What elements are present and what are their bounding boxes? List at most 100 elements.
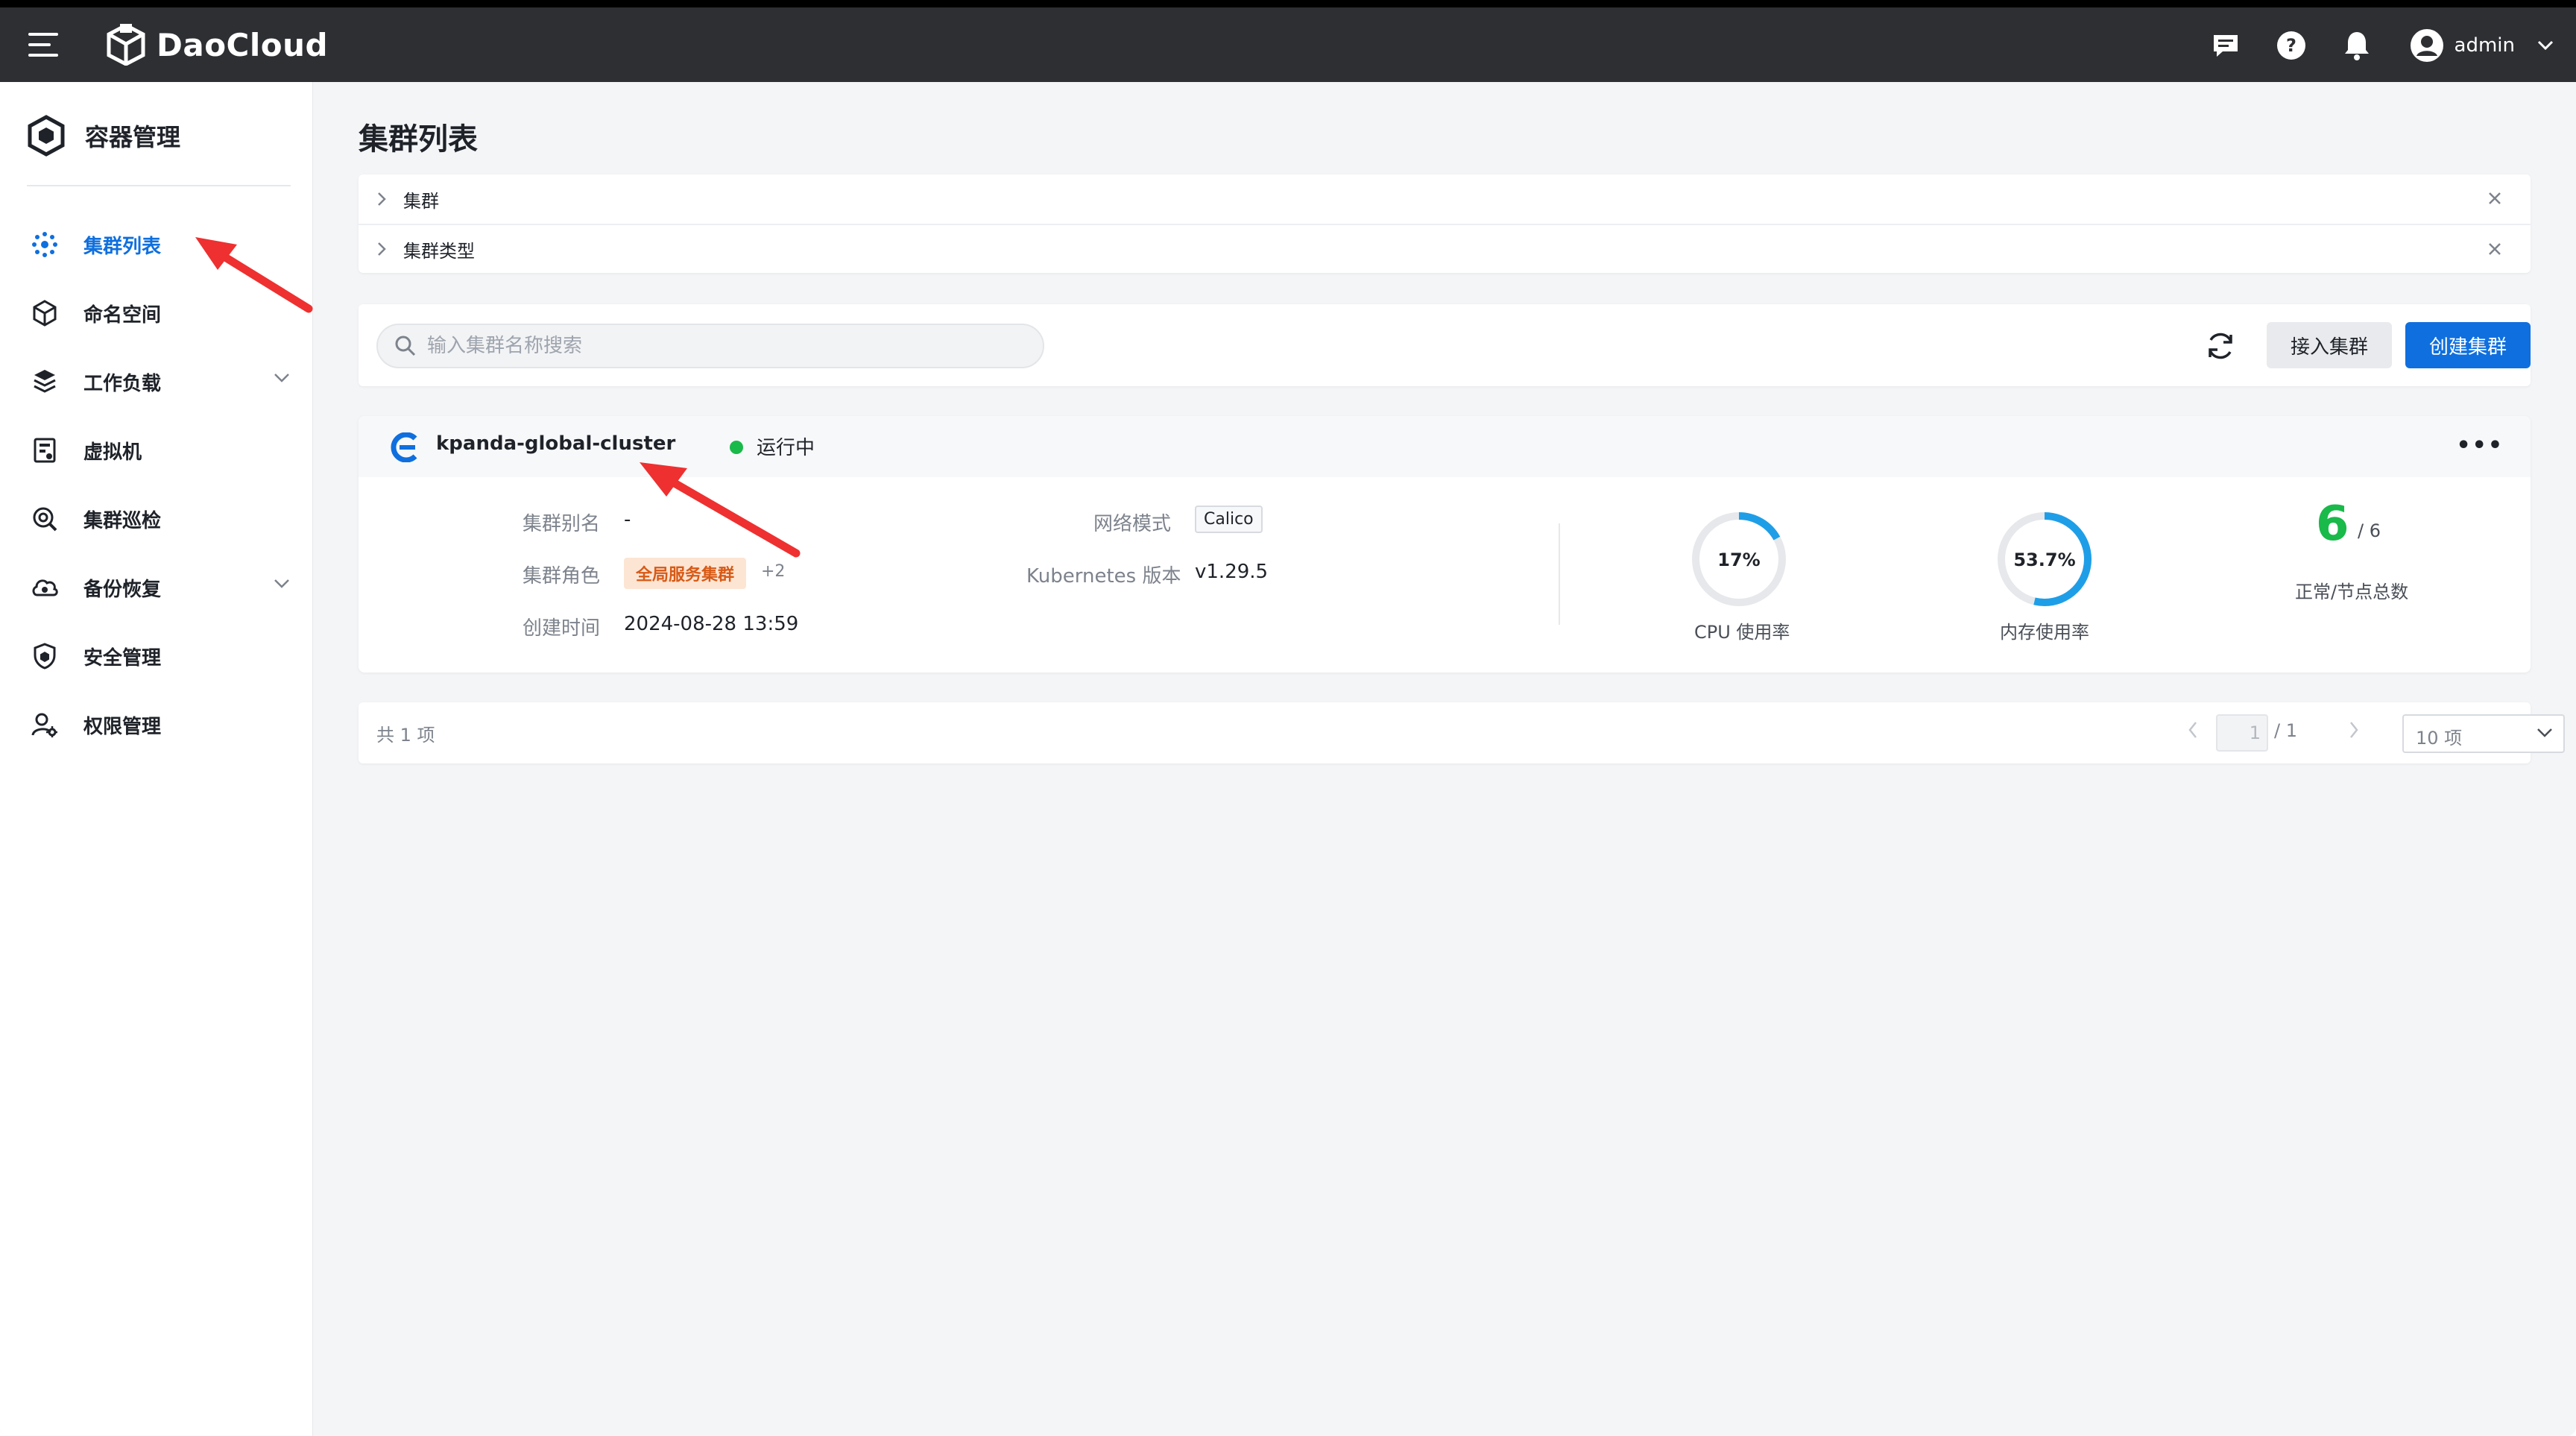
cluster-name-link[interactable]: kpanda-global-cluster (436, 432, 675, 455)
filter-label: 集群 (403, 190, 439, 212)
message-icon[interactable] (2209, 28, 2243, 63)
brand-logo[interactable]: DaoCloud (106, 24, 328, 66)
sidebar-item-namespace[interactable]: 命名空间 (0, 279, 312, 347)
close-icon[interactable] (2487, 242, 2502, 256)
chevron-right-icon (378, 192, 386, 206)
k8s-version-value: v1.29.5 (1195, 561, 1269, 583)
daocloud-logo-icon (107, 24, 145, 66)
cpu-usage-gauge: 17% (1692, 512, 1786, 606)
app-frame: DaoCloud ? admin 容器管理 集群列表 命名空间 工作负载 虚拟机… (0, 0, 2576, 1436)
kpanda-cluster-icon (391, 432, 417, 462)
bell-icon[interactable] (2340, 28, 2374, 63)
create-cluster-button[interactable]: 创建集群 (2405, 322, 2531, 368)
cpu-usage-value: 17% (1717, 549, 1760, 570)
sidebar: 容器管理 集群列表 命名空间 工作负载 虚拟机 集群巡检 备份恢复 安全管理 权… (0, 82, 313, 1436)
alias-value: - (624, 508, 631, 531)
page-size-select[interactable]: 10 项 (2402, 714, 2565, 753)
chevron-down-icon (2537, 40, 2554, 51)
sidebar-item-cluster-list[interactable]: 集群列表 (0, 210, 312, 279)
chevron-right-icon[interactable] (2349, 720, 2359, 740)
user-menu[interactable]: admin (2410, 28, 2554, 63)
refresh-icon[interactable] (2204, 330, 2237, 362)
sidebar-nav: 集群列表 命名空间 工作负载 虚拟机 集群巡检 备份恢复 安全管理 权限管理 (0, 210, 312, 759)
role-badge: 全局服务集群 (624, 558, 747, 589)
user-avatar-icon (2410, 29, 2443, 62)
top-right-actions: ? admin (2177, 27, 2554, 64)
page-title: 集群列表 (359, 122, 478, 157)
card-divider (1559, 523, 1560, 625)
page-size-value: 10 项 (2416, 728, 2463, 749)
workload-icon (30, 367, 60, 397)
sidebar-item-label: 安全管理 (83, 646, 162, 670)
connect-cluster-button[interactable]: 接入集群 (2267, 322, 2392, 368)
nodes-label: 正常/节点总数 (2295, 582, 2409, 602)
sidebar-header: 容器管理 (27, 115, 180, 157)
brand-name: DaoCloud (157, 26, 329, 63)
k8s-version-label: Kubernetes 版本 (1026, 565, 1181, 588)
created-label: 创建时间 (523, 617, 601, 640)
container-management-icon (28, 115, 65, 157)
page-number-input[interactable] (2216, 714, 2268, 752)
chevron-down-icon (2537, 728, 2552, 737)
sidebar-item-label: 命名空间 (83, 303, 162, 327)
memory-usage-value: 53.7% (2013, 549, 2075, 570)
top-bar: DaoCloud ? admin (0, 7, 2576, 82)
menu-icon[interactable] (28, 33, 58, 57)
total-nodes-count: / 6 (2358, 520, 2381, 541)
filter-cluster[interactable]: 集群 (359, 174, 2531, 224)
chevron-down-icon (274, 579, 289, 588)
sidebar-divider (27, 185, 291, 186)
role-label: 集群角色 (523, 565, 601, 588)
sidebar-item-workload[interactable]: 工作负载 (0, 347, 312, 416)
search-input[interactable] (427, 335, 1023, 357)
role-more-badge[interactable]: +2 (761, 562, 785, 581)
cluster-icon (30, 230, 60, 259)
status-dot (730, 441, 743, 454)
network-badge: Calico (1195, 506, 1263, 533)
vm-icon (30, 435, 60, 465)
chevron-down-icon (274, 374, 289, 382)
permission-icon (30, 710, 60, 740)
close-icon[interactable] (2487, 191, 2502, 206)
filter-label: 集群类型 (403, 240, 475, 262)
search-box (376, 324, 1044, 368)
sidebar-item-label: 权限管理 (83, 715, 162, 738)
cluster-card-header: kpanda-global-cluster 运行中 ••• (359, 416, 2531, 477)
filter-panel: 集群 集群类型 (359, 174, 2531, 273)
memory-usage-label: 内存使用率 (2000, 622, 2089, 643)
sidebar-item-permission[interactable]: 权限管理 (0, 690, 312, 759)
help-icon[interactable]: ? (2274, 28, 2308, 63)
pagination-bar: 共 1 项 / 1 10 项 (359, 702, 2565, 763)
alias-label: 集群别名 (523, 513, 601, 535)
cube-icon (30, 298, 60, 328)
cluster-card: kpanda-global-cluster 运行中 ••• 集群别名 - 集群角… (359, 416, 2531, 673)
sidebar-title: 容器管理 (85, 123, 181, 151)
main-content: 集群列表 集群 集群类型 接入 (314, 82, 2576, 1436)
sidebar-item-virtual-machine[interactable]: 虚拟机 (0, 416, 312, 485)
filter-cluster-type[interactable]: 集群类型 (359, 224, 2531, 273)
sidebar-item-backup-restore[interactable]: 备份恢复 (0, 553, 312, 622)
chevron-right-icon (378, 242, 386, 256)
toolbar: 接入集群 创建集群 (359, 304, 2531, 386)
created-value: 2024-08-28 13:59 (624, 613, 799, 635)
sidebar-item-label: 工作负载 (83, 372, 162, 395)
shield-icon (30, 641, 60, 671)
search-icon (395, 336, 416, 356)
page-total: / 1 (2274, 720, 2297, 741)
total-count: 共 1 项 (376, 725, 435, 746)
chevron-left-icon[interactable] (2188, 720, 2198, 740)
memory-usage-gauge: 53.7% (1998, 512, 2092, 606)
sidebar-item-label: 集群列表 (83, 235, 162, 258)
sidebar-item-security[interactable]: 安全管理 (0, 622, 312, 690)
sidebar-item-label: 备份恢复 (83, 578, 162, 601)
svg-text:?: ? (2286, 35, 2296, 56)
sidebar-item-cluster-inspection[interactable]: 集群巡检 (0, 485, 312, 553)
backup-icon (30, 573, 60, 602)
sidebar-item-label: 集群巡检 (83, 509, 162, 532)
more-actions-icon[interactable]: ••• (2456, 432, 2504, 459)
user-name: admin (2454, 34, 2515, 57)
cluster-status: 运行中 (757, 437, 815, 459)
normal-nodes-count: 6 (2316, 497, 2349, 552)
inspect-icon (30, 504, 60, 534)
cpu-usage-label: CPU 使用率 (1694, 622, 1790, 643)
